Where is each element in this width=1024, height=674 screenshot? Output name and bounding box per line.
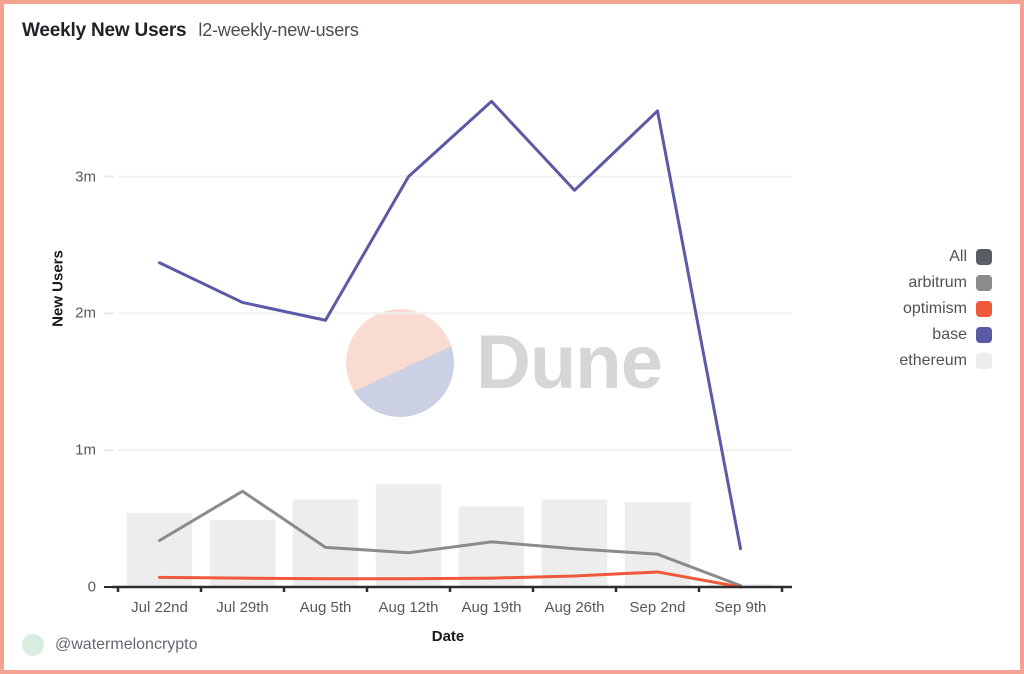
x-tick-label: Aug 19th <box>461 599 522 616</box>
avatar <box>22 634 44 656</box>
bar[interactable] <box>375 484 442 587</box>
legend-swatch-icon <box>976 353 992 369</box>
x-tick-label: Aug 5th <box>299 599 352 616</box>
legend-swatch-icon <box>976 249 992 265</box>
bar[interactable] <box>126 513 193 587</box>
legend-swatch-icon <box>976 301 992 317</box>
line-series-base[interactable] <box>158 99 742 551</box>
x-axis-title: Date <box>431 628 465 645</box>
legend-item-optimism[interactable]: optimism <box>903 300 992 318</box>
x-tick-label: Sep 2nd <box>629 599 686 616</box>
gridlines <box>118 175 792 452</box>
bar[interactable] <box>292 499 359 587</box>
legend-item-label: ethereum <box>899 352 967 369</box>
plot-area: Dune New Users Date 0 1m 2m 3m Jul 22nd Jul 2… <box>4 4 1020 670</box>
legend-item-ethereum[interactable]: ethereum <box>899 352 992 370</box>
x-tick-label: Aug 26th <box>544 599 605 616</box>
legend-item-base[interactable]: base <box>932 326 992 344</box>
bar[interactable] <box>458 506 525 587</box>
y-tick-label: 3m <box>75 168 96 186</box>
y-tick-label: 2m <box>75 304 96 322</box>
legend-swatch-icon <box>976 275 992 291</box>
legend-item-label: base <box>932 326 967 343</box>
legend-swatch-icon <box>976 327 992 343</box>
y-axis-ticks <box>104 175 114 588</box>
x-tick-label: Jul 22nd <box>131 599 188 616</box>
legend-item-label: arbitrum <box>908 274 967 291</box>
x-tick-label: Jul 29th <box>216 599 269 616</box>
y-tick-label: 1m <box>75 441 96 459</box>
legend-item-label: optimism <box>902 300 967 317</box>
bar-series-ethereum <box>126 484 774 587</box>
author-handle: @watermeloncrypto <box>55 636 198 653</box>
legend-item-label: All <box>949 248 967 265</box>
chart-canvas <box>104 99 792 592</box>
chart-legend: All arbitrum optimism base ethereum <box>899 248 992 370</box>
y-tick-label: 0 <box>87 578 96 596</box>
x-tick-label: Sep 9th <box>714 599 767 616</box>
chart-card: Weekly New Users l2-weekly-new-users Dun… <box>0 0 1024 674</box>
author-footer: @watermeloncrypto <box>22 634 198 656</box>
legend-item-arbitrum[interactable]: arbitrum <box>908 274 992 292</box>
legend-item-all[interactable]: All <box>949 248 992 266</box>
y-axis-title: New Users <box>49 250 67 327</box>
x-tick-label: Aug 12th <box>378 599 439 616</box>
